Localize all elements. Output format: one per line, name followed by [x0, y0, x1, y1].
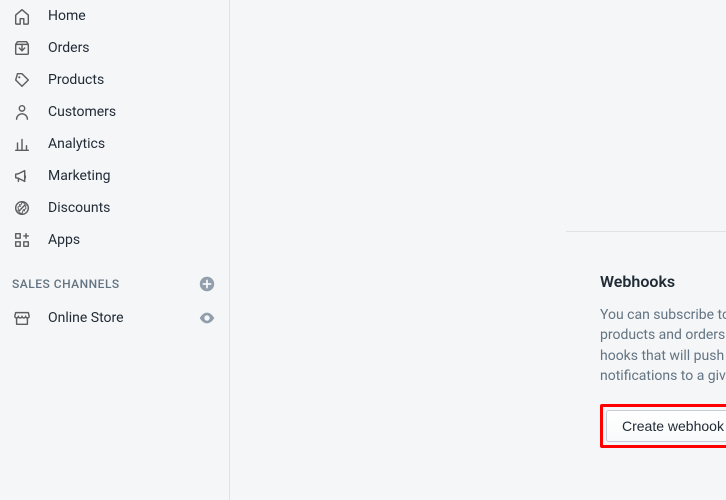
- sidebar-item-products[interactable]: Products: [0, 64, 229, 96]
- sidebar-item-label: Online Store: [48, 310, 181, 326]
- sales-channels-header: SALES CHANNELS: [0, 256, 229, 302]
- add-channel-icon[interactable]: [197, 274, 217, 294]
- webhooks-section: Webhooks You can subscribe to events for…: [600, 272, 726, 448]
- sidebar-item-analytics[interactable]: Analytics: [0, 128, 229, 160]
- section-divider: [566, 231, 726, 232]
- sidebar-item-label: Discounts: [48, 200, 110, 216]
- sidebar-item-label: Apps: [48, 232, 80, 248]
- sidebar-item-label: Products: [48, 72, 104, 88]
- megaphone-icon: [12, 166, 32, 186]
- main-content: Desktop notifications Get a notification…: [230, 0, 726, 500]
- webhooks-title: Webhooks: [600, 272, 726, 291]
- sidebar-item-online-store[interactable]: Online Store: [0, 302, 229, 334]
- apps-icon: [12, 230, 32, 250]
- view-store-icon[interactable]: [197, 308, 217, 328]
- webhooks-description: You can subscribe to events for your pro…: [600, 305, 726, 386]
- sidebar-item-discounts[interactable]: Discounts: [0, 192, 229, 224]
- store-icon: [12, 308, 32, 328]
- discount-icon: [12, 198, 32, 218]
- sidebar-item-marketing[interactable]: Marketing: [0, 160, 229, 192]
- sidebar-item-apps[interactable]: Apps: [0, 224, 229, 256]
- section-title: SALES CHANNELS: [12, 277, 120, 291]
- person-icon: [12, 102, 32, 122]
- home-icon: [12, 6, 32, 26]
- sidebar-item-customers[interactable]: Customers: [0, 96, 229, 128]
- sidebar-item-label: Orders: [48, 40, 90, 56]
- sidebar-item-label: Marketing: [48, 168, 111, 184]
- sidebar-item-home[interactable]: Home: [0, 0, 229, 32]
- orders-icon: [12, 38, 32, 58]
- create-webhook-button[interactable]: Create webhook: [606, 410, 726, 442]
- create-webhook-highlight: Create webhook: [600, 404, 726, 448]
- tag-icon: [12, 70, 32, 90]
- sidebar-item-label: Analytics: [48, 136, 105, 152]
- sidebar: Home Orders Products Customers Analytics…: [0, 0, 230, 500]
- sidebar-item-label: Home: [48, 8, 86, 24]
- sidebar-item-orders[interactable]: Orders: [0, 32, 229, 64]
- bar-chart-icon: [12, 134, 32, 154]
- sidebar-item-label: Customers: [48, 104, 116, 120]
